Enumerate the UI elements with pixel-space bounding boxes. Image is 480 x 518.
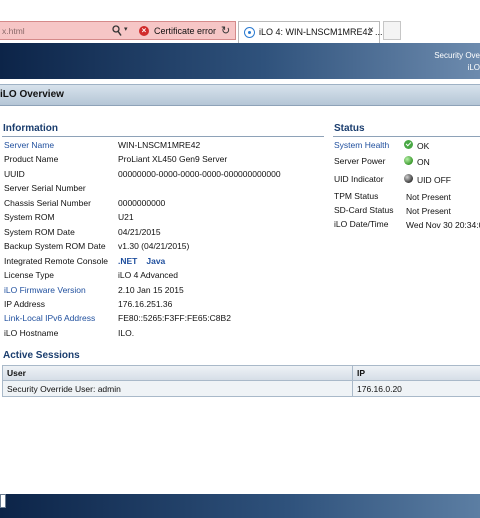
info-value: 176.16.251.36: [118, 298, 173, 309]
info-label: Chassis Serial Number: [4, 197, 91, 208]
status-row: iLO Date/Time Wed Nov 30 20:34:0: [334, 219, 480, 233]
info-label[interactable]: iLO Firmware Version: [4, 285, 86, 295]
session-ip-cell: 176.16.0.20: [357, 384, 402, 394]
header-session-user: Security Ove: [434, 51, 480, 60]
info-row: iLO Hostname ILO.: [4, 328, 324, 342]
dotnet-console-link[interactable]: .NET: [118, 256, 137, 266]
certificate-error-icon[interactable]: ×: [139, 26, 149, 36]
info-row: Chassis Serial Number 0000000000: [4, 198, 324, 212]
status-divider: [333, 136, 480, 137]
address-bar[interactable]: x.html ▾ × Certificate error ↻: [0, 21, 236, 40]
info-row: System ROM Date 04/21/2015: [4, 227, 324, 241]
certificate-error-label[interactable]: Certificate error: [154, 26, 216, 36]
status-heading: Status: [334, 123, 365, 134]
status-value: ON: [417, 157, 430, 167]
column-divider: [352, 366, 353, 380]
ilo-header-banner: Security Ove iLO: [0, 43, 480, 79]
page-title-bar: iLO Overview: [0, 84, 480, 106]
status-value: UID OFF: [417, 175, 451, 185]
info-row: System ROM U21: [4, 212, 324, 226]
info-label: Server Serial Number: [4, 183, 86, 194]
column-divider: [352, 381, 353, 396]
info-label: iLO Hostname: [4, 327, 59, 338]
info-label: Backup System ROM Date: [4, 241, 106, 252]
info-row: Backup System ROM Date v1.30 (04/21/2015): [4, 241, 324, 255]
session-user-cell: Security Override User: admin: [7, 384, 121, 394]
active-sessions-table: User IP Security Override User: admin 17…: [2, 365, 480, 397]
info-label: UUID: [4, 168, 25, 179]
page-title: iLO Overview: [0, 89, 64, 100]
column-header-ip[interactable]: IP: [357, 368, 365, 378]
info-label: System ROM: [4, 212, 55, 223]
status-label: UID Indicator: [334, 174, 384, 184]
status-row: UID Indicator UID OFF: [334, 174, 480, 188]
status-row: System Health OK: [334, 140, 480, 154]
tab-title[interactable]: iLO 4: WIN-LNSCM1MRE42 ...: [259, 27, 383, 37]
status-label: Server Power: [334, 156, 386, 166]
table-header-row: User IP: [3, 366, 480, 381]
status-value: Wed Nov 30 20:34:0: [406, 220, 480, 230]
info-label: Integrated Remote Console: [4, 255, 108, 266]
information-divider: [2, 136, 324, 137]
info-label: IP Address: [4, 298, 45, 309]
info-row: UUID 00000000-0000-0000-0000-000000000000: [4, 169, 324, 183]
header-ilo-label: iLO: [467, 63, 480, 72]
info-value: U21: [118, 212, 134, 223]
refresh-icon[interactable]: ↻: [221, 24, 230, 37]
info-row: IP Address 176.16.251.36: [4, 299, 324, 313]
info-value: ILO.: [118, 327, 135, 338]
remote-console-links: .NET Java: [118, 256, 174, 266]
footer-spacer: [0, 486, 480, 494]
ie-favicon-icon: [244, 27, 255, 38]
table-row[interactable]: Security Override User: admin 176.16.0.2…: [3, 381, 480, 396]
status-row: TPM Status Not Present: [334, 191, 480, 205]
info-label: System ROM Date: [4, 226, 75, 237]
address-text[interactable]: x.html: [2, 26, 25, 36]
java-console-link[interactable]: Java: [146, 256, 165, 266]
info-row: License Type iLO 4 Advanced: [4, 270, 324, 284]
info-value: 0000000000: [118, 197, 166, 208]
chevron-down-icon[interactable]: ▾: [124, 25, 128, 33]
info-value: v1.30 (04/21/2015): [118, 241, 190, 252]
info-label: Product Name: [4, 154, 59, 165]
new-tab-button[interactable]: [383, 21, 401, 40]
information-heading: Information: [3, 123, 58, 134]
status-row: SD-Card Status Not Present: [334, 205, 480, 219]
column-header-user[interactable]: User: [7, 368, 26, 378]
status-value: Not Present: [406, 206, 451, 216]
grey-led-icon: [404, 174, 413, 183]
status-value: OK: [417, 141, 430, 151]
status-label[interactable]: System Health: [334, 140, 389, 150]
info-value: 2.10 Jan 15 2015: [118, 284, 184, 295]
check-icon: [404, 140, 413, 149]
info-value: WIN-LNSCM1MRE42: [118, 140, 201, 150]
info-row: Integrated Remote Console .NET Java: [4, 256, 324, 270]
status-row: Server Power ON: [334, 156, 480, 170]
info-row: iLO Firmware Version 2.10 Jan 15 2015: [4, 285, 324, 299]
status-value: Not Present: [406, 192, 451, 202]
footer-bar: [0, 494, 480, 518]
info-row: Server Serial Number: [4, 183, 324, 197]
footer-scroll-box[interactable]: [0, 494, 6, 508]
active-sessions-heading: Active Sessions: [3, 350, 80, 361]
info-row: Link-Local IPv6 Address FE80::5265:F3FF:F…: [4, 313, 324, 327]
status-label: TPM Status: [334, 191, 379, 201]
info-label[interactable]: Server Name: [4, 140, 54, 150]
close-icon[interactable]: ×: [368, 25, 374, 36]
green-led-icon: [404, 156, 413, 165]
info-label[interactable]: Link-Local IPv6 Address: [4, 313, 95, 323]
info-row: Server Name WIN-LNSCM1MRE42: [4, 140, 324, 154]
browser-tab-ilo[interactable]: iLO 4: WIN-LNSCM1MRE42 ... ×: [238, 21, 383, 43]
search-icon[interactable]: [112, 25, 122, 37]
info-value: FE80::5265:F3FF:FE65:C8B2: [118, 313, 231, 324]
info-value: ProLiant XL450 Gen9 Server: [118, 154, 228, 165]
info-row: Product Name ProLiant XL450 Gen9 Server: [4, 154, 324, 168]
status-label: SD-Card Status: [334, 205, 394, 215]
info-label: License Type: [4, 270, 54, 281]
info-value: 00000000-0000-0000-0000-000000000000: [118, 168, 281, 179]
info-value: 04/21/2015: [118, 226, 161, 237]
info-value: iLO 4 Advanced: [118, 270, 179, 281]
status-label: iLO Date/Time: [334, 219, 389, 229]
browser-top-strip: [0, 0, 480, 19]
